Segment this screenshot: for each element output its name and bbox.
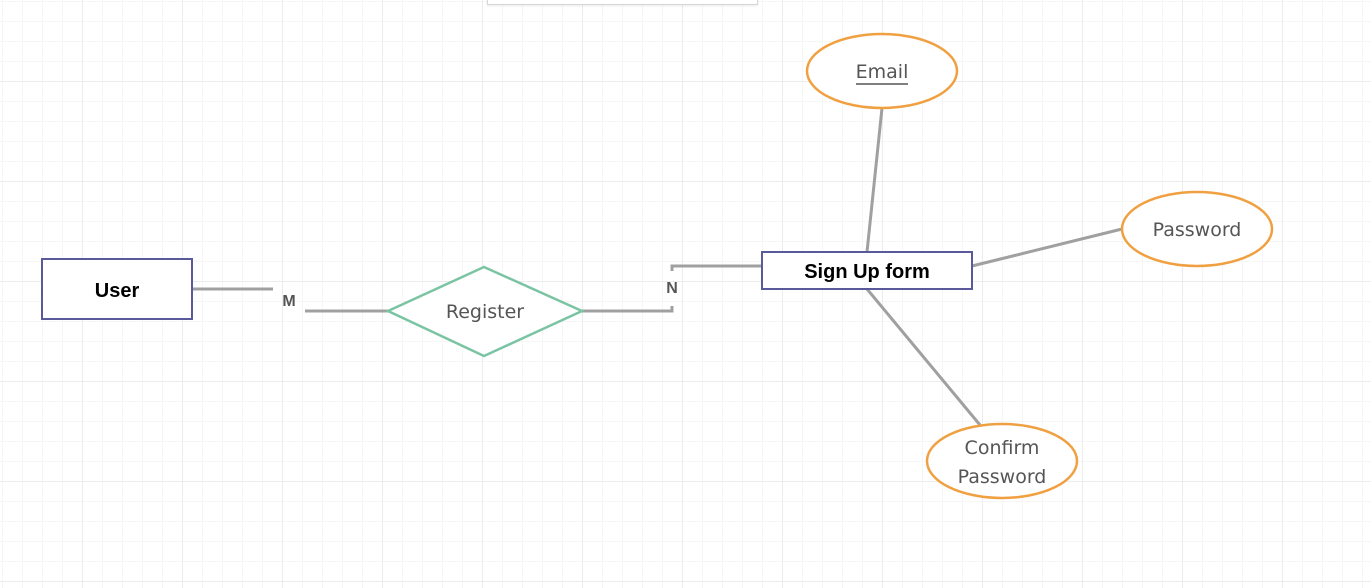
er-diagram: User Register Sign Up form Email Passwor…	[41, 32, 1274, 500]
connector-register-signup[interactable]	[582, 306, 674, 313]
attribute-email[interactable]: Email	[805, 32, 959, 110]
diagram-canvas[interactable]: User Register Sign Up form Email Passwor…	[0, 0, 1371, 588]
connector-signup-confirm-password[interactable]	[865, 288, 982, 426]
relationship-register-label: Register	[446, 301, 524, 323]
connector-signup-email[interactable]	[865, 107, 884, 253]
attribute-confirm-password-label-line1: Confirm	[965, 437, 1040, 459]
relationship-register[interactable]: Register	[385, 265, 586, 358]
attribute-email-label: Email	[856, 61, 909, 83]
connector-signup-password[interactable]	[971, 227, 1123, 268]
attribute-password-label: Password	[1153, 219, 1242, 241]
entity-signup-form-label: Sign Up form	[804, 261, 930, 283]
entity-user[interactable]: User	[41, 258, 193, 320]
connectors	[192, 107, 1123, 426]
attribute-confirm-password-label-line2: Password	[958, 466, 1047, 488]
attribute-password[interactable]: Password	[1120, 190, 1274, 268]
connector-register-signup-tail[interactable]	[670, 264, 762, 271]
entity-user-label: User	[95, 280, 140, 302]
cardinality-n-label: N	[666, 280, 678, 297]
attribute-confirm-password[interactable]: Confirm Password	[925, 422, 1079, 500]
cardinality-m-label: M	[282, 293, 295, 310]
entity-signup-form[interactable]: Sign Up form	[761, 251, 973, 290]
